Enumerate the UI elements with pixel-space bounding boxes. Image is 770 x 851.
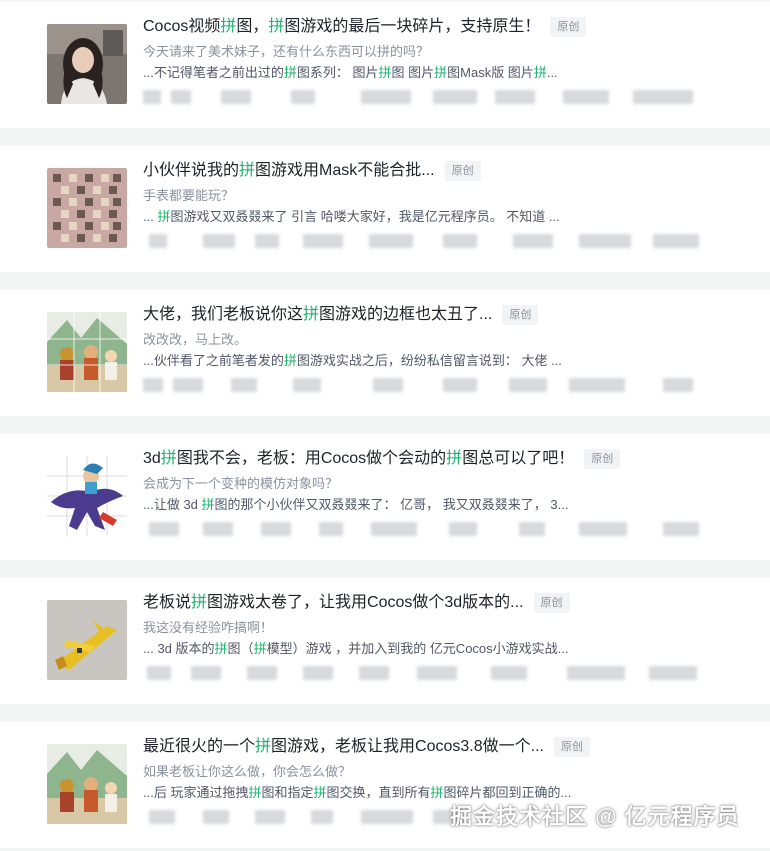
article-subtitle: 如果老板让你这么做，你会怎么做？ <box>143 764 352 779</box>
article-subtitle: 今天请来了美术妹子，还有什么东西可以拼的吗？ <box>143 44 430 59</box>
journey-west-illustration-icon[interactable] <box>47 312 127 392</box>
original-badge: 原创 <box>584 449 621 469</box>
article-title-row: 老板说拼图游戏太卷了，让我用Cocos做个3d版本的... 原创 <box>143 590 570 616</box>
woman-photo-icon[interactable] <box>47 24 127 104</box>
article-title[interactable]: 3d拼图我不会，老板：用Cocos做个会动的拼图总可以了吧！ <box>143 446 574 472</box>
article-card[interactable]: 大佬，我们老板说你这拼图游戏的边框也太丑了... 原创 改改改，马上改。 ...… <box>0 290 770 416</box>
journey-west-illustration-icon[interactable] <box>47 744 127 824</box>
article-snippet: ... 拼图游戏又双叒叕来了 引言 哈喽大家好，我是亿元程序员。 不知道 ... <box>143 209 560 224</box>
original-badge: 原创 <box>550 17 587 37</box>
article-subtitle: 会成为下一个变种的模仿对象吗？ <box>143 476 339 491</box>
article-card[interactable]: 老板说拼图游戏太卷了，让我用Cocos做个3d版本的... 原创 我这没有经验咋… <box>0 578 770 704</box>
blurred-meta-row <box>143 378 703 396</box>
article-title[interactable]: 最近很火的一个拼图游戏，老板让我用Cocos3.8做一个... <box>143 734 544 760</box>
article-subtitle: 我这没有经验咋搞啊！ <box>143 620 274 635</box>
watermark: 掘金技术社区 @ 亿元程序员 <box>450 804 740 829</box>
original-badge: 原创 <box>553 737 590 757</box>
dragon-rider-icon[interactable] <box>47 456 127 536</box>
article-title-row: 小伙伴说我的拼图游戏用Mask不能合批... 原创 <box>143 158 481 184</box>
article-title[interactable]: Cocos视频拼图，拼图游戏的最后一块碎片，支持原生！ <box>143 14 540 40</box>
article-title[interactable]: 大佬，我们老板说你这拼图游戏的边框也太丑了... <box>143 302 492 328</box>
original-badge: 原创 <box>444 161 481 181</box>
article-title[interactable]: 小伙伴说我的拼图游戏用Mask不能合批... <box>143 158 435 184</box>
original-badge: 原创 <box>502 305 539 325</box>
article-snippet: ... 3d 版本的拼图（拼模型）游戏 ，并加入到我的 亿元Cocos小游戏实战… <box>143 641 569 656</box>
blurred-meta-row <box>143 90 703 108</box>
article-card[interactable]: 小伙伴说我的拼图游戏用Mask不能合批... 原创 手表都要能玩？ ... 拼图… <box>0 146 770 272</box>
article-title-row: Cocos视频拼图，拼图游戏的最后一块碎片，支持原生！ 原创 <box>143 14 587 40</box>
original-badge: 原创 <box>533 593 570 613</box>
article-title-row: 3d拼图我不会，老板：用Cocos做个会动的拼图总可以了吧！ 原创 <box>143 446 621 472</box>
article-snippet: ...让做 3d 拼图的那个小伙伴又双叒叕来了： 亿哥， 我又双叒叕来了， 3.… <box>143 497 569 512</box>
blurred-meta-row <box>143 234 703 252</box>
article-snippet: ...不记得笔者之前出过的拼图系列： 图片拼图 图片拼图Mask版 图片拼... <box>143 65 558 80</box>
article-title[interactable]: 老板说拼图游戏太卷了，让我用Cocos做个3d版本的... <box>143 590 524 616</box>
article-subtitle: 改改改，马上改。 <box>143 332 248 347</box>
article-title-row: 最近很火的一个拼图游戏，老板让我用Cocos3.8做一个... 原创 <box>143 734 590 760</box>
article-subtitle: 手表都要能玩？ <box>143 188 235 203</box>
article-title-row: 大佬，我们老板说你这拼图游戏的边框也太丑了... 原创 <box>143 302 539 328</box>
article-card[interactable]: Cocos视频拼图，拼图游戏的最后一块碎片，支持原生！ 原创 今天请来了美术妹子… <box>0 2 770 128</box>
article-snippet: ...伙伴看了之前笔者发的拼图游戏实战之后，纷纷私信留言说到： 大佬 ... <box>143 353 562 368</box>
yellow-airplane-icon[interactable] <box>47 600 127 680</box>
article-card[interactable]: 3d拼图我不会，老板：用Cocos做个会动的拼图总可以了吧！ 原创 会成为下一个… <box>0 434 770 560</box>
puzzle-grid-icon[interactable] <box>47 168 127 248</box>
blurred-meta-row <box>143 666 703 684</box>
blurred-meta-row <box>143 522 703 540</box>
